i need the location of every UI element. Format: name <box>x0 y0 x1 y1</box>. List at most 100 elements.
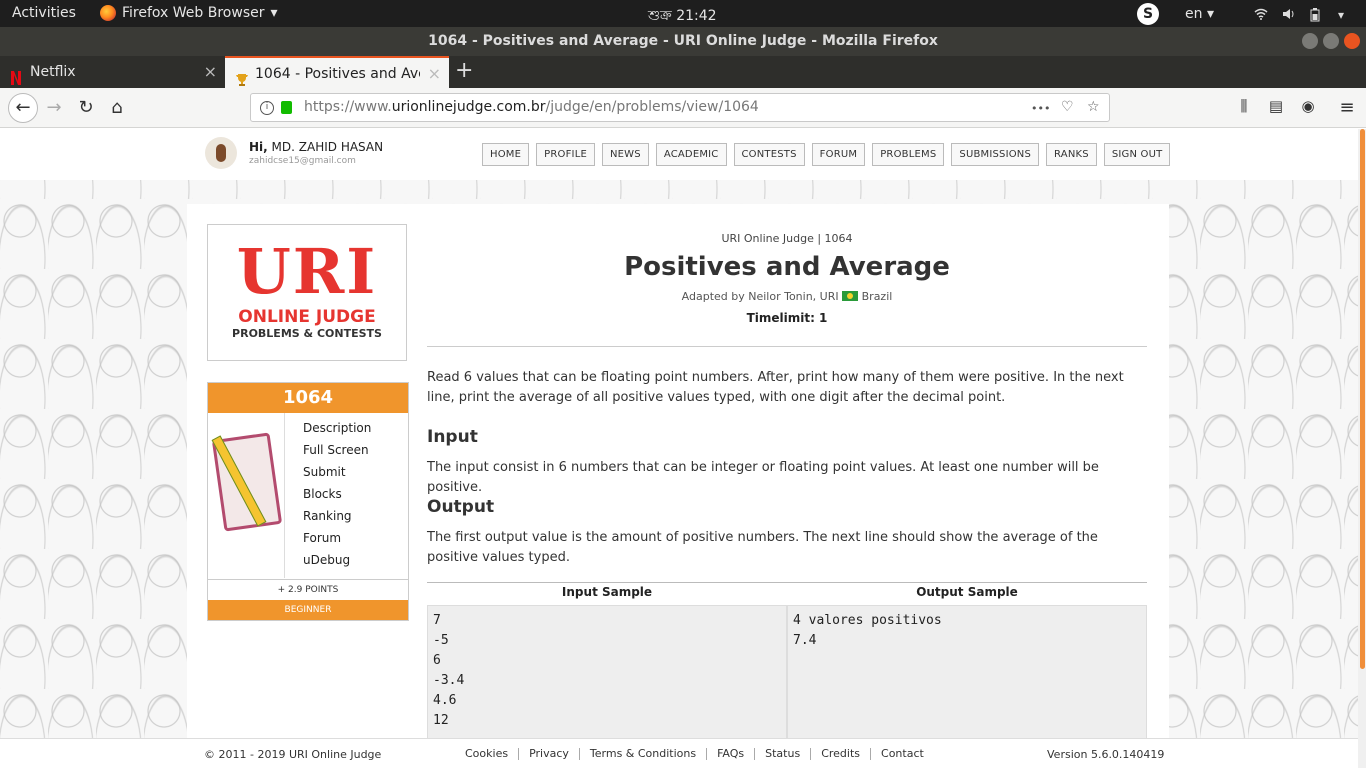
footer-link-status[interactable]: Status <box>755 748 812 760</box>
tab-title: 1064 - Positives and Average - URI Onlin… <box>255 66 420 82</box>
sidebar-icon[interactable]: ▤ <box>1264 97 1288 115</box>
uri-logo[interactable]: URI ONLINE JUDGE PROBLEMS & CONTESTS <box>207 224 407 361</box>
copyright: © 2011 - 2019 URI Online Judge <box>204 748 382 761</box>
problem-level: BEGINNER <box>208 600 408 620</box>
system-tray: S en ▾ ▾ <box>1137 0 1366 27</box>
input-sample-header: Input Sample <box>561 585 653 599</box>
footer-link-terms[interactable]: Terms & Conditions <box>580 748 708 760</box>
nav-sign-out[interactable]: SIGN OUT <box>1103 143 1171 166</box>
nav-problems[interactable]: PROBLEMS <box>872 143 945 166</box>
page-actions-button[interactable]: ••• <box>1031 95 1050 122</box>
url-text: https://www.urionlinejudge.com.br/judge/… <box>304 94 759 121</box>
battery-icon[interactable] <box>1310 7 1324 21</box>
netflix-logo-icon <box>10 65 22 85</box>
logo-problems-contests: PROBLEMS & CONTESTS <box>232 327 382 340</box>
link-description[interactable]: Description <box>303 421 371 443</box>
tab-netflix[interactable]: Netflix × <box>0 56 225 88</box>
nav-home[interactable]: HOME <box>482 143 530 166</box>
content-panel: URI ONLINE JUDGE PROBLEMS & CONTESTS 106… <box>187 204 1169 768</box>
link-forum[interactable]: Forum <box>303 531 371 553</box>
pocket-icon[interactable]: ♡ <box>1061 94 1074 121</box>
tab-title: Netflix <box>30 64 76 80</box>
hamburger-menu-icon[interactable]: ≡ <box>1335 97 1359 118</box>
home-button[interactable]: ⌂ <box>105 97 129 118</box>
footer-link-credits[interactable]: Credits <box>811 748 872 760</box>
scrollbar[interactable] <box>1358 129 1366 768</box>
footer-link-cookies[interactable]: Cookies <box>465 748 520 760</box>
maximize-icon[interactable] <box>1323 33 1339 49</box>
input-heading: Input <box>427 427 478 447</box>
nav-news[interactable]: NEWS <box>601 143 649 166</box>
link-ranking[interactable]: Ranking <box>303 509 371 531</box>
divider <box>427 346 1147 347</box>
clock[interactable]: শুক্র 21:42 <box>648 4 717 28</box>
footer-link-contact[interactable]: Contact <box>871 748 934 760</box>
chevron-down-icon[interactable]: ▾ <box>1338 8 1352 22</box>
footer-link-privacy[interactable]: Privacy <box>519 748 580 760</box>
url-domain: urionlinejudge.com.br <box>391 99 546 115</box>
input-sample: 7 -5 6 -3.4 4.6 12 <box>427 605 787 745</box>
url-path: /judge/en/problems/view/1064 <box>545 99 759 115</box>
nav-profile[interactable]: PROFILE <box>536 143 595 166</box>
nav-ranks[interactable]: RANKS <box>1046 143 1097 166</box>
brazil-flag-icon <box>842 291 859 301</box>
url-bar[interactable]: i https://www.urionlinejudge.com.br/judg… <box>250 93 1110 122</box>
forward-button[interactable]: → <box>42 97 66 118</box>
web-page: Hi, MD. ZAHID HASAN zahidcse15@gmail.com… <box>0 129 1358 768</box>
wifi-icon[interactable] <box>1254 8 1268 20</box>
reload-button[interactable]: ↻ <box>74 97 98 118</box>
divider <box>284 413 285 578</box>
activities-button[interactable]: Activities <box>12 5 76 21</box>
avatar[interactable] <box>205 137 237 169</box>
system-top-bar: Activities Firefox Web Browser ▾ শুক্র 2… <box>0 0 1366 27</box>
language-label: en <box>1185 5 1203 22</box>
user-email: zahidcse15@gmail.com <box>249 156 356 166</box>
nav-contests[interactable]: CONTESTS <box>733 143 805 166</box>
link-udebug[interactable]: uDebug <box>303 553 371 575</box>
bookmark-star-icon[interactable]: ☆ <box>1087 94 1100 121</box>
output-heading: Output <box>427 497 495 517</box>
site-header: Hi, MD. ZAHID HASAN zahidcse15@gmail.com… <box>0 129 1358 180</box>
problem-sidebar: 1064 Description Full Screen Submit Bloc… <box>207 382 409 621</box>
close-icon[interactable]: × <box>428 58 441 90</box>
footer-link-faqs[interactable]: FAQs <box>707 748 756 760</box>
account-icon[interactable]: ◉ <box>1296 97 1320 115</box>
problem-description: Read 6 values that can be floating point… <box>427 370 1124 405</box>
user-greeting: Hi, MD. ZAHID HASAN <box>249 140 383 154</box>
minimize-icon[interactable] <box>1302 33 1318 49</box>
new-tab-button[interactable]: + <box>455 56 473 86</box>
samples-table: Input Sample Output Sample 7 -5 6 -3.4 4… <box>427 582 1147 745</box>
window-title-bar: 1064 - Positives and Average - URI Onlin… <box>0 27 1366 56</box>
info-icon[interactable]: i <box>260 101 274 115</box>
trophy-icon <box>235 67 248 86</box>
breadcrumb: URI Online Judge | 1064 <box>721 232 853 245</box>
back-button[interactable]: ← <box>8 93 38 123</box>
output-sample-header: Output Sample <box>916 585 1018 599</box>
lock-icon[interactable] <box>281 101 292 114</box>
tab-uri-problem[interactable]: 1064 - Positives and Average - URI Onlin… <box>225 56 449 88</box>
output-sample: 4 valores positivos 7.4 <box>787 605 1147 745</box>
skype-icon[interactable]: S <box>1137 2 1160 25</box>
language-indicator[interactable]: en ▾ <box>1185 6 1214 22</box>
app-menu[interactable]: Firefox Web Browser ▾ <box>100 5 278 21</box>
link-blocks[interactable]: Blocks <box>303 487 371 509</box>
close-icon[interactable]: × <box>204 56 217 88</box>
chevron-down-icon: ▾ <box>270 5 278 21</box>
volume-icon[interactable] <box>1282 8 1296 20</box>
author-text: Adapted by Neilor Tonin, URI <box>681 290 839 303</box>
nav-submissions[interactable]: SUBMISSIONS <box>951 143 1040 166</box>
close-window-icon[interactable] <box>1344 33 1360 49</box>
input-description: The input consist in 6 numbers that can … <box>427 460 1099 495</box>
library-icon[interactable]: ⫼ <box>1232 97 1256 115</box>
nav-forum[interactable]: FORUM <box>811 143 866 166</box>
problem-author: Adapted by Neilor Tonin, URI Brazil <box>427 290 1147 303</box>
scrollbar-thumb[interactable] <box>1360 129 1365 669</box>
link-full-screen[interactable]: Full Screen <box>303 443 371 465</box>
tab-strip: Netflix × 1064 - Positives and Average -… <box>0 56 1366 88</box>
site-footer: © 2011 - 2019 URI Online Judge Cookies P… <box>0 738 1358 768</box>
page-title: Positives and Average <box>624 252 950 282</box>
link-submit[interactable]: Submit <box>303 465 371 487</box>
logo-uri-text: URI <box>236 235 378 308</box>
window-title: 1064 - Positives and Average - URI Onlin… <box>428 33 938 49</box>
nav-academic[interactable]: ACADEMIC <box>655 143 727 166</box>
